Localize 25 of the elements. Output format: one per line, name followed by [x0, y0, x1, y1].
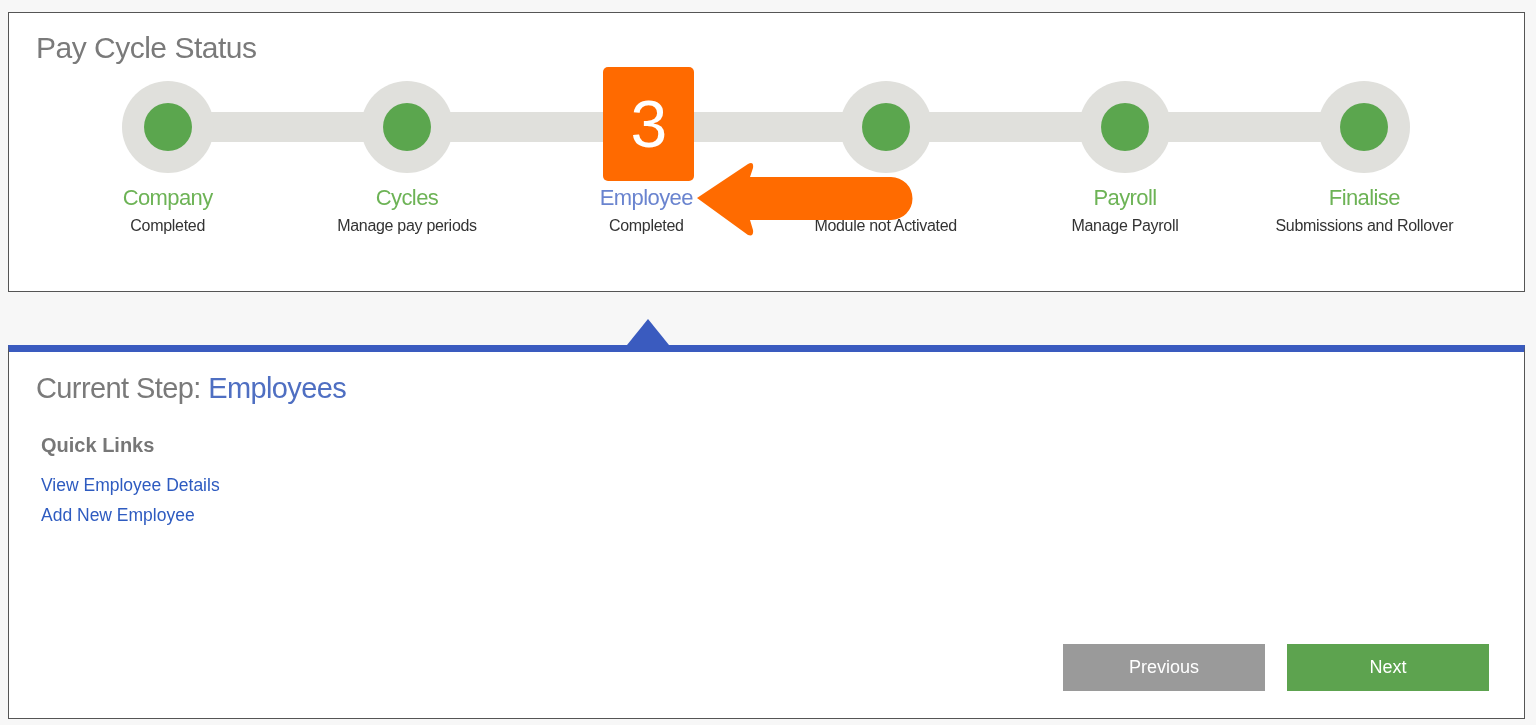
quick-links-heading: Quick Links [41, 433, 155, 458]
step-status: Module not Activated [814, 216, 957, 236]
current-step-value: Employees [208, 372, 347, 404]
panel-title: Pay Cycle Status [35, 30, 258, 66]
step-dot-icon [1078, 81, 1171, 173]
step-name[interactable]: Employee [599, 185, 693, 211]
step-name[interactable]: Company [122, 185, 213, 211]
quick-link[interactable]: Add New Employee [41, 500, 195, 530]
quick-link[interactable]: View Employee Details [41, 470, 220, 500]
step-name[interactable]: Payroll [1093, 185, 1157, 211]
step-status: Completed [130, 216, 205, 236]
current-step-label: Current Step: [36, 372, 201, 404]
step-status: Manage Payroll [1071, 216, 1179, 236]
step-name[interactable]: Cycles [375, 185, 439, 211]
step-status: Manage pay periods [337, 216, 477, 236]
step-dot-icon [121, 81, 214, 173]
step-dot-icon [839, 81, 932, 173]
number-badge: 3 [603, 67, 695, 181]
step-dot-icon [1318, 81, 1411, 173]
step-dot-icon [361, 81, 453, 173]
step-status: Completed [608, 216, 684, 236]
step-name[interactable]: Finalise [1328, 185, 1400, 211]
previous-button[interactable]: Previous [1063, 644, 1265, 691]
next-button[interactable]: Next [1287, 644, 1489, 691]
step-status: Submissions and Rollover [1275, 216, 1454, 236]
